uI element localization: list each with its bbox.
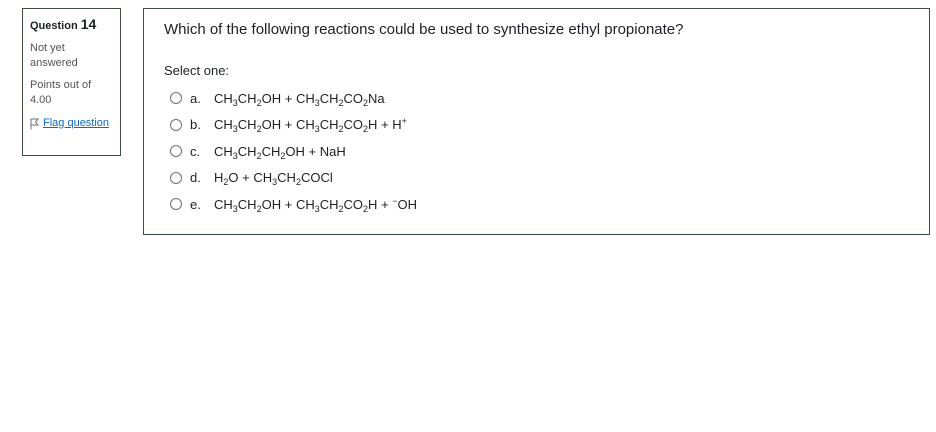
answer-option[interactable]: e. CH3CH2OH + CH3CH2CO2H + −OH (164, 191, 909, 218)
flag-question-link[interactable]: Flag question (30, 116, 114, 130)
question-info-panel: Question 14 Not yet answered Points out … (22, 8, 121, 156)
answer-options: a. CH3CH2OH + CH3CH2CO2Na b. CH3CH2OH + CH3… (164, 85, 909, 218)
answer-text[interactable]: CH3CH2OH + CH3CH2CO2Na (214, 91, 385, 108)
question-content: Which of the following reactions could b… (143, 8, 930, 235)
answer-option[interactable]: a. CH3CH2OH + CH3CH2CO2Na (164, 85, 909, 112)
answer-option[interactable]: c. CH3CH2CH2OH + NaH (164, 138, 909, 165)
question-state: Not yet answered (30, 42, 78, 69)
answer-letter: b. (190, 117, 201, 133)
question-text: Which of the following reactions could b… (164, 21, 684, 38)
radio-button[interactable] (170, 92, 182, 105)
answer-text[interactable]: H2O + CH3CH2COCl (214, 170, 333, 187)
select-one-prompt: Select one: (164, 63, 230, 78)
flag-question-label[interactable]: Flag question (43, 116, 109, 130)
answer-text[interactable]: CH3CH2OH + CH3CH2CO2H + H+ (214, 117, 407, 134)
answer-letter: a. (190, 90, 201, 106)
flag-icon (30, 118, 39, 130)
answer-letter: e. (190, 196, 201, 212)
question-number: Question 14 (30, 17, 114, 34)
question-grade: Points out of 4.00 (30, 79, 92, 106)
answer-letter: c. (190, 143, 201, 159)
answer-option[interactable]: b. CH3CH2OH + CH3CH2CO2H + H+ (164, 112, 909, 139)
answer-letter: d. (190, 170, 201, 186)
question-label: Question (30, 20, 78, 32)
radio-button[interactable] (170, 198, 182, 211)
radio-button[interactable] (170, 171, 182, 184)
radio-button[interactable] (170, 145, 182, 158)
radio-button[interactable] (170, 118, 182, 131)
answer-text[interactable]: CH3CH2CH2OH + NaH (214, 144, 346, 161)
answer-text[interactable]: CH3CH2OH + CH3CH2CO2H + −OH (214, 196, 417, 213)
question-number-value: 14 (80, 16, 97, 32)
answer-option[interactable]: d. H2O + CH3CH2COCl (164, 165, 909, 192)
